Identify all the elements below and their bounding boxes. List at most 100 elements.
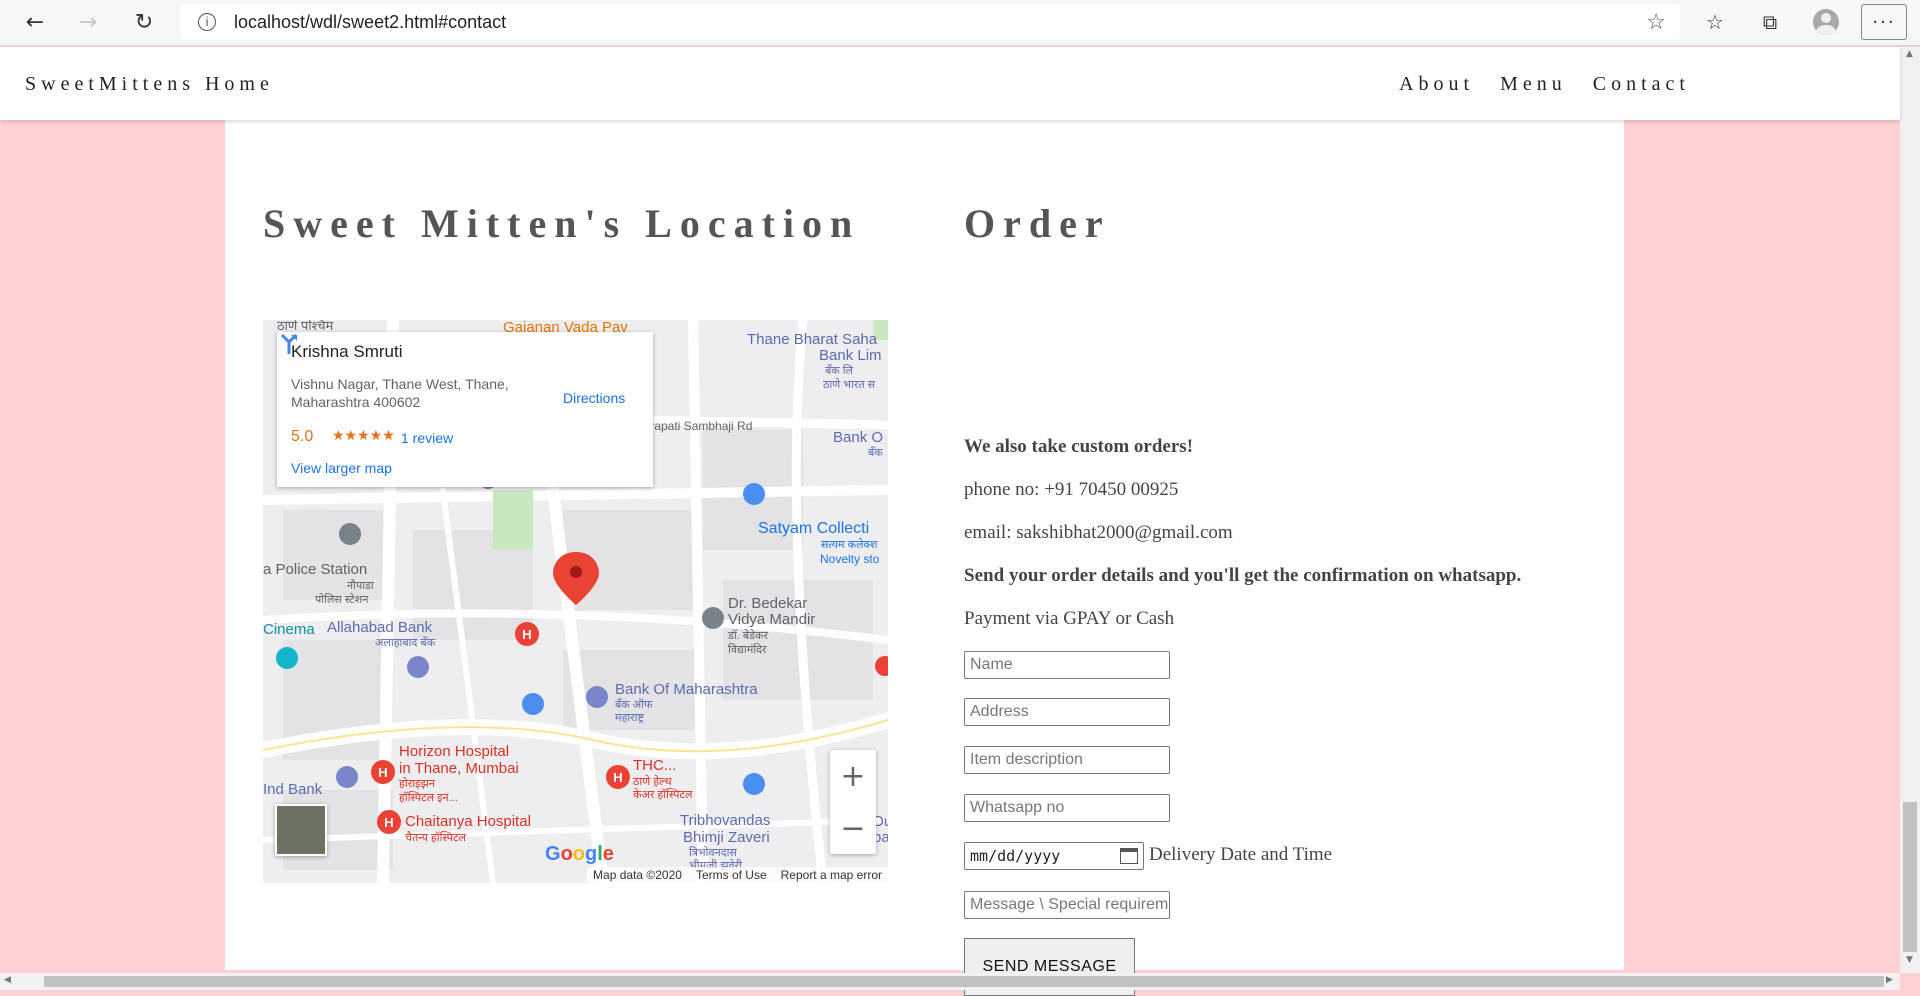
brand-link[interactable]: SweetMittens Home: [25, 73, 274, 96]
map-label: Bank O: [833, 429, 883, 446]
contact-section: Sweet Mitten's Location Order H H H H ठा…: [225, 120, 1624, 996]
send-details-text: Send your order details and you'll get t…: [964, 565, 1522, 586]
nav-menu: About Menu Contact: [1399, 73, 1690, 96]
map-label: Novelty sto: [820, 552, 880, 566]
url-text: localhost/wdl/sweet2.html#contact: [234, 11, 507, 32]
map-label: बँक लि: [825, 364, 854, 377]
collections-icon[interactable]: ⧉: [1750, 4, 1790, 40]
nav-contact[interactable]: Contact: [1593, 73, 1690, 96]
delivery-date-input[interactable]: mm/dd/yyyy: [964, 842, 1144, 870]
vertical-scrollbar[interactable]: ▲ ▼: [1900, 47, 1920, 973]
map-label: हॉस्पिटल इन...: [399, 791, 458, 804]
scroll-right-icon[interactable]: ▶: [1886, 975, 1893, 985]
map-label: Bhimji Zaveri: [683, 829, 770, 846]
profile-button[interactable]: [1806, 4, 1846, 40]
address-bar[interactable]: i localhost/wdl/sweet2.html#contact ☆: [180, 4, 1680, 40]
nav-menu-link[interactable]: Menu: [1500, 73, 1567, 96]
google-logo: Google: [545, 843, 614, 865]
scroll-down-icon[interactable]: ▼: [1906, 955, 1913, 965]
payment-text: Payment via GPAY or Cash: [964, 608, 1175, 629]
map-label: Satyam Collecti: [758, 520, 869, 537]
map-label: त्रिभोवनदास: [689, 846, 737, 859]
zoom-in-button[interactable]: +: [830, 750, 876, 802]
message-input[interactable]: Message \ Special requirements: [964, 891, 1170, 919]
map-label: सत्यम कलेक्श: [821, 538, 878, 551]
map-label: होराइझन: [399, 777, 436, 790]
place-address: Vishnu Nagar, Thane West, Thane, Maharas…: [291, 376, 509, 410]
address-input[interactable]: Address: [964, 698, 1170, 726]
map-zoom-control: + −: [830, 750, 876, 854]
review-link[interactable]: 1 review: [401, 430, 453, 446]
email-text: email: sakshibhat2000@gmail.com: [964, 522, 1233, 543]
map-label: Chaitanya Hospital: [405, 813, 531, 830]
scroll-up-icon[interactable]: ▲: [1906, 49, 1913, 59]
svg-text:H: H: [378, 765, 387, 780]
phone-text: phone no: +91 70450 00925: [964, 479, 1179, 500]
browser-toolbar: ← → ↻ i localhost/wdl/sweet2.html#contac…: [0, 0, 1920, 46]
favorites-icon[interactable]: ☆: [1695, 4, 1735, 40]
directions-link[interactable]: Directions: [563, 390, 625, 406]
map-label: Dr. Bedekar: [728, 595, 807, 612]
map-label: Vidya Mandir: [728, 611, 815, 628]
avatar: [1813, 9, 1839, 35]
refresh-button[interactable]: ↻: [125, 4, 163, 40]
terms-link[interactable]: Terms of Use: [696, 868, 767, 882]
map-label: in Thane, Mumbai: [399, 760, 519, 777]
place-rating: 5.0: [291, 428, 314, 445]
order-heading: Order: [964, 201, 1111, 246]
map-label: केअर हॉस्पिटल: [633, 788, 693, 801]
map-label: ठाणे हेल्थ: [633, 775, 673, 788]
map-label: नौपाडा: [347, 579, 374, 592]
rating-stars-icon: ★★★★★: [332, 428, 395, 444]
calendar-icon[interactable]: [1120, 848, 1138, 864]
map-label: Cinema: [263, 621, 315, 638]
view-larger-map-link[interactable]: View larger map: [291, 460, 392, 476]
map-label: विद्यामंदिर: [728, 643, 767, 656]
map-label: ठाणे भारत स: [823, 378, 876, 391]
date-placeholder: mm/dd/yyyy: [970, 847, 1061, 865]
zoom-out-button[interactable]: −: [830, 802, 876, 854]
map-label: डॉ. बेडेकर: [727, 629, 768, 642]
name-input[interactable]: Name: [964, 651, 1170, 679]
forward-button[interactable]: →: [69, 4, 107, 40]
custom-orders-text: We also take custom orders!: [964, 436, 1194, 457]
map-label: बँक: [868, 446, 883, 459]
svg-text:H: H: [384, 815, 393, 830]
delivery-date-label: Delivery Date and Time: [1149, 844, 1333, 865]
directions-icon[interactable]: [277, 332, 301, 356]
scrollbar-thumb[interactable]: [1903, 802, 1917, 952]
scrollbar-thumb[interactable]: [44, 976, 1884, 987]
back-button[interactable]: ←: [16, 4, 54, 40]
satellite-toggle[interactable]: [275, 804, 327, 856]
map-footer: Map data ©2020 Terms of Use Report a map…: [587, 867, 888, 883]
svg-text:H: H: [613, 770, 622, 785]
map-label: चैतन्य हॉस्पिटल: [405, 831, 467, 844]
map-label: महाराष्ट्र: [615, 712, 645, 724]
site-info-icon[interactable]: i: [198, 13, 216, 31]
whatsapp-input[interactable]: Whatsapp no: [964, 794, 1170, 822]
map-label: Horizon Hospital: [399, 743, 509, 760]
map-place-card: Krishna Smruti Vishnu Nagar, Thane West,…: [277, 332, 653, 487]
map-data-credit: Map data ©2020: [593, 868, 682, 882]
report-error-link[interactable]: Report a map error: [781, 868, 882, 882]
favorite-star-icon[interactable]: ☆: [1646, 10, 1666, 35]
map-label: अलाहाबाद बँक: [375, 636, 436, 649]
map-label: Thane Bharat Saha: [747, 331, 878, 348]
nav-about[interactable]: About: [1399, 73, 1474, 96]
horizontal-scrollbar[interactable]: ◀ ▶: [0, 973, 1900, 990]
item-description-input[interactable]: Item description: [964, 746, 1170, 774]
map-label: Tribhovandas: [680, 812, 770, 829]
google-map[interactable]: H H H H ठाणे पश्चिम Gajanan Vada Pav Tha…: [263, 320, 888, 883]
scroll-left-icon[interactable]: ◀: [4, 975, 11, 985]
map-label: a Police Station: [263, 561, 367, 578]
location-heading: Sweet Mitten's Location: [263, 201, 861, 246]
map-label: Ind Bank: [263, 781, 323, 798]
place-name: Krishna Smruti: [291, 342, 403, 361]
map-label: Bank Lim: [819, 347, 882, 364]
map-label: Bank Of Maharashtra: [615, 681, 758, 698]
map-label: THC...: [633, 757, 676, 774]
svg-text:H: H: [522, 627, 531, 642]
map-label: Allahabad Bank: [327, 619, 433, 636]
map-label: trapati Sambhaji Rd: [647, 419, 752, 433]
settings-more-button[interactable]: ···: [1861, 4, 1907, 40]
